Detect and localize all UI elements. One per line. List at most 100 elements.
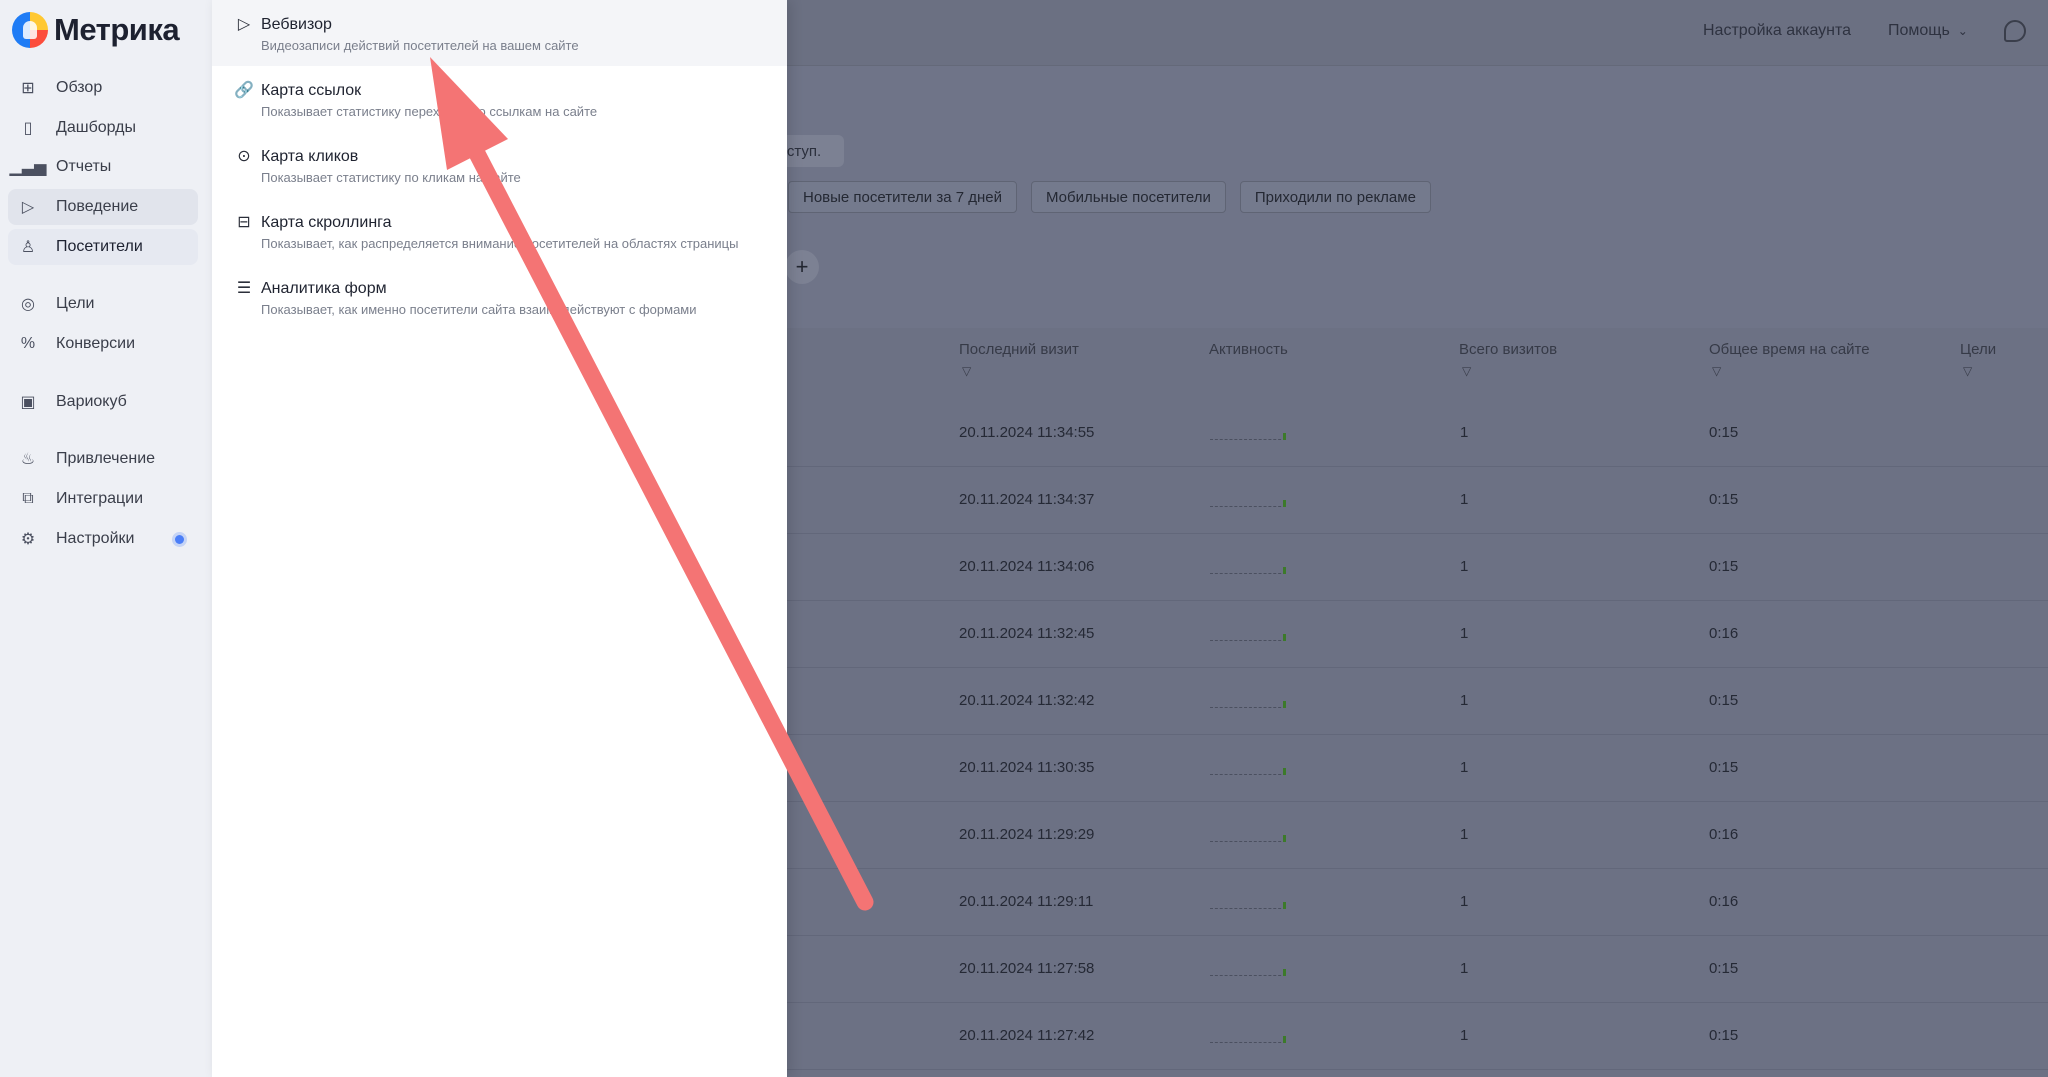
cube-icon: ▣: [20, 394, 36, 411]
dashboards-icon: ▯: [23, 120, 33, 137]
time-on-site-cell: 0:15: [1709, 960, 1739, 977]
sidebar-item-label: Цели: [56, 295, 95, 312]
column-header-last-visit[interactable]: Последний визит: [959, 341, 1079, 358]
segment-from-ads[interactable]: Приходили по рекламе: [1239, 181, 1431, 213]
time-on-site-cell: 0:16: [1709, 625, 1739, 642]
time-on-site-cell: 0:15: [1709, 491, 1739, 508]
bar-chart-icon: ▁▃▅: [9, 159, 47, 176]
sidebar-item-label: Отчеты: [56, 158, 112, 175]
sidebar-item-goals[interactable]: ◎ Цели: [8, 286, 198, 322]
sidebar-item-label: Посетители: [56, 238, 143, 255]
column-header-total-visits[interactable]: Всего визитов: [1459, 341, 1557, 358]
activity-sparkline: [1210, 633, 1286, 641]
sidebar-item-reports[interactable]: ▁▃▅ Отчеты: [8, 149, 198, 185]
last-visit-cell: 20.11.2024 11:27:58: [959, 960, 1095, 977]
column-header-activity[interactable]: Активность: [1209, 341, 1288, 358]
percent-icon: %: [20, 335, 36, 352]
sidebar-item-label: Интеграции: [56, 490, 144, 507]
submenu-item-description: Показывает, как именно посетители сайта …: [261, 302, 697, 317]
segment-mobile-visitors[interactable]: Мобильные посетители: [1031, 181, 1226, 213]
segment-new-visitors[interactable]: Новые посетители за 7 дней: [788, 181, 1017, 213]
time-on-site-cell: 0:15: [1709, 1027, 1739, 1044]
grid-icon: ⊞: [21, 80, 35, 97]
chat-icon[interactable]: [2004, 20, 2026, 42]
filter-icon[interactable]: ▽: [1462, 364, 1474, 378]
submenu-item-title: Вебвизор: [261, 16, 332, 33]
submenu-item-click-map[interactable]: ⊙ Карта кликов Показывает статистику по …: [212, 132, 787, 198]
submenu-item-description: Показывает статистику переходов по ссылк…: [261, 104, 598, 119]
time-on-site-cell: 0:15: [1709, 759, 1739, 776]
submenu-item-scroll-map[interactable]: ⊟ Карта скроллинга Показывает, как распр…: [212, 198, 787, 264]
submenu-item-form-analytics[interactable]: ☰ Аналитика форм Показывает, как именно …: [212, 264, 787, 330]
metrika-logo[interactable]: Метрика: [12, 10, 180, 50]
filter-icon[interactable]: ▽: [1712, 364, 1724, 378]
total-visits-cell: 1: [1460, 692, 1469, 709]
submenu-item-webvisor[interactable]: ▷ Вебвизор Видеозаписи действий посетите…: [212, 0, 787, 66]
activity-sparkline: [1210, 566, 1286, 574]
activity-sparkline: [1210, 901, 1286, 909]
total-visits-cell: 1: [1460, 960, 1469, 977]
submenu-item-title: Карта кликов: [261, 148, 359, 165]
time-on-site-cell: 0:16: [1709, 826, 1739, 843]
chevron-down-icon: ⌄: [1957, 24, 1968, 38]
puzzle-icon: ⧉: [22, 490, 34, 507]
account-settings-link[interactable]: Настройка аккаунта: [1703, 22, 1851, 40]
sidebar-item-label: Конверсии: [56, 335, 136, 352]
scroll-map-icon: ⊟: [237, 214, 251, 231]
total-visits-cell: 1: [1460, 491, 1469, 508]
help-label: Помощь: [1888, 22, 1950, 39]
column-header-time-on-site[interactable]: Общее время на сайте: [1709, 341, 1870, 358]
submenu-item-link-map[interactable]: 🔗 Карта ссылок Показывает статистику пер…: [212, 66, 787, 132]
filter-icon[interactable]: ▽: [962, 364, 974, 378]
sidebar-item-dashboards[interactable]: ▯ Дашборды: [8, 110, 198, 146]
activity-sparkline: [1210, 834, 1286, 842]
play-icon: ▷: [21, 199, 35, 216]
total-visits-cell: 1: [1460, 1027, 1469, 1044]
form-analytics-icon: ☰: [236, 280, 252, 297]
sidebar-item-label: Поведение: [56, 198, 139, 215]
app-name: Метрика: [54, 12, 180, 47]
last-visit-cell: 20.11.2024 11:34:06: [959, 558, 1095, 575]
behavior-submenu: ▷ Вебвизор Видеозаписи действий посетите…: [212, 0, 787, 1077]
submenu-item-description: Видеозаписи действий посетителей на ваше…: [261, 38, 579, 53]
sidebar-item-variocube[interactable]: ▣ Вариокуб: [8, 384, 198, 420]
submenu-item-title: Аналитика форм: [261, 280, 387, 297]
time-on-site-cell: 0:16: [1709, 893, 1739, 910]
last-visit-cell: 20.11.2024 11:29:11: [959, 893, 1094, 910]
notification-dot: [175, 535, 184, 544]
click-map-icon: ⊙: [237, 148, 251, 165]
last-visit-cell: 20.11.2024 11:34:37: [959, 491, 1095, 508]
total-visits-cell: 1: [1460, 826, 1469, 843]
filter-icon[interactable]: ▽: [1963, 364, 1975, 378]
submenu-item-description: Показывает статистику по кликам на сайте: [261, 170, 521, 185]
sidebar-item-integrations[interactable]: ⧉ Интеграции: [8, 481, 198, 517]
last-visit-cell: 20.11.2024 11:34:55: [959, 424, 1095, 441]
add-segment-button[interactable]: +: [785, 250, 819, 284]
time-on-site-cell: 0:15: [1709, 692, 1739, 709]
sidebar-item-settings[interactable]: ⚙ Настройки: [8, 521, 198, 557]
sidebar-item-visitors[interactable]: ♙ Посетители: [8, 229, 198, 265]
sidebar: Метрика ⊞ Обзор ▯ Дашборды ▁▃▅ Отчеты ▷ …: [0, 0, 212, 1077]
column-header-goals[interactable]: Цели: [1960, 341, 1996, 358]
last-visit-cell: 20.11.2024 11:29:29: [959, 826, 1095, 843]
play-icon: ▷: [237, 16, 251, 33]
sidebar-item-label: Настройки: [56, 530, 135, 547]
last-visit-cell: 20.11.2024 11:30:35: [959, 759, 1095, 776]
help-menu[interactable]: Помощь ⌄: [1888, 22, 1968, 40]
sidebar-item-behavior[interactable]: ▷ Поведение: [8, 189, 198, 225]
flame-icon: ♨: [20, 451, 36, 468]
link-icon: 🔗: [234, 82, 254, 99]
sidebar-item-overview[interactable]: ⊞ Обзор: [8, 70, 198, 106]
metrika-logo-icon: [12, 12, 48, 48]
last-visit-cell: 20.11.2024 11:32:42: [959, 692, 1095, 709]
total-visits-cell: 1: [1460, 893, 1469, 910]
last-visit-cell: 20.11.2024 11:32:45: [959, 625, 1095, 642]
sidebar-item-label: Дашборды: [56, 119, 136, 136]
total-visits-cell: 1: [1460, 759, 1469, 776]
time-on-site-cell: 0:15: [1709, 424, 1739, 441]
activity-sparkline: [1210, 1035, 1286, 1043]
time-on-site-cell: 0:15: [1709, 558, 1739, 575]
sidebar-item-conversions[interactable]: % Конверсии: [8, 326, 198, 362]
sidebar-item-acquisition[interactable]: ♨ Привлечение: [8, 441, 198, 477]
total-visits-cell: 1: [1460, 625, 1469, 642]
